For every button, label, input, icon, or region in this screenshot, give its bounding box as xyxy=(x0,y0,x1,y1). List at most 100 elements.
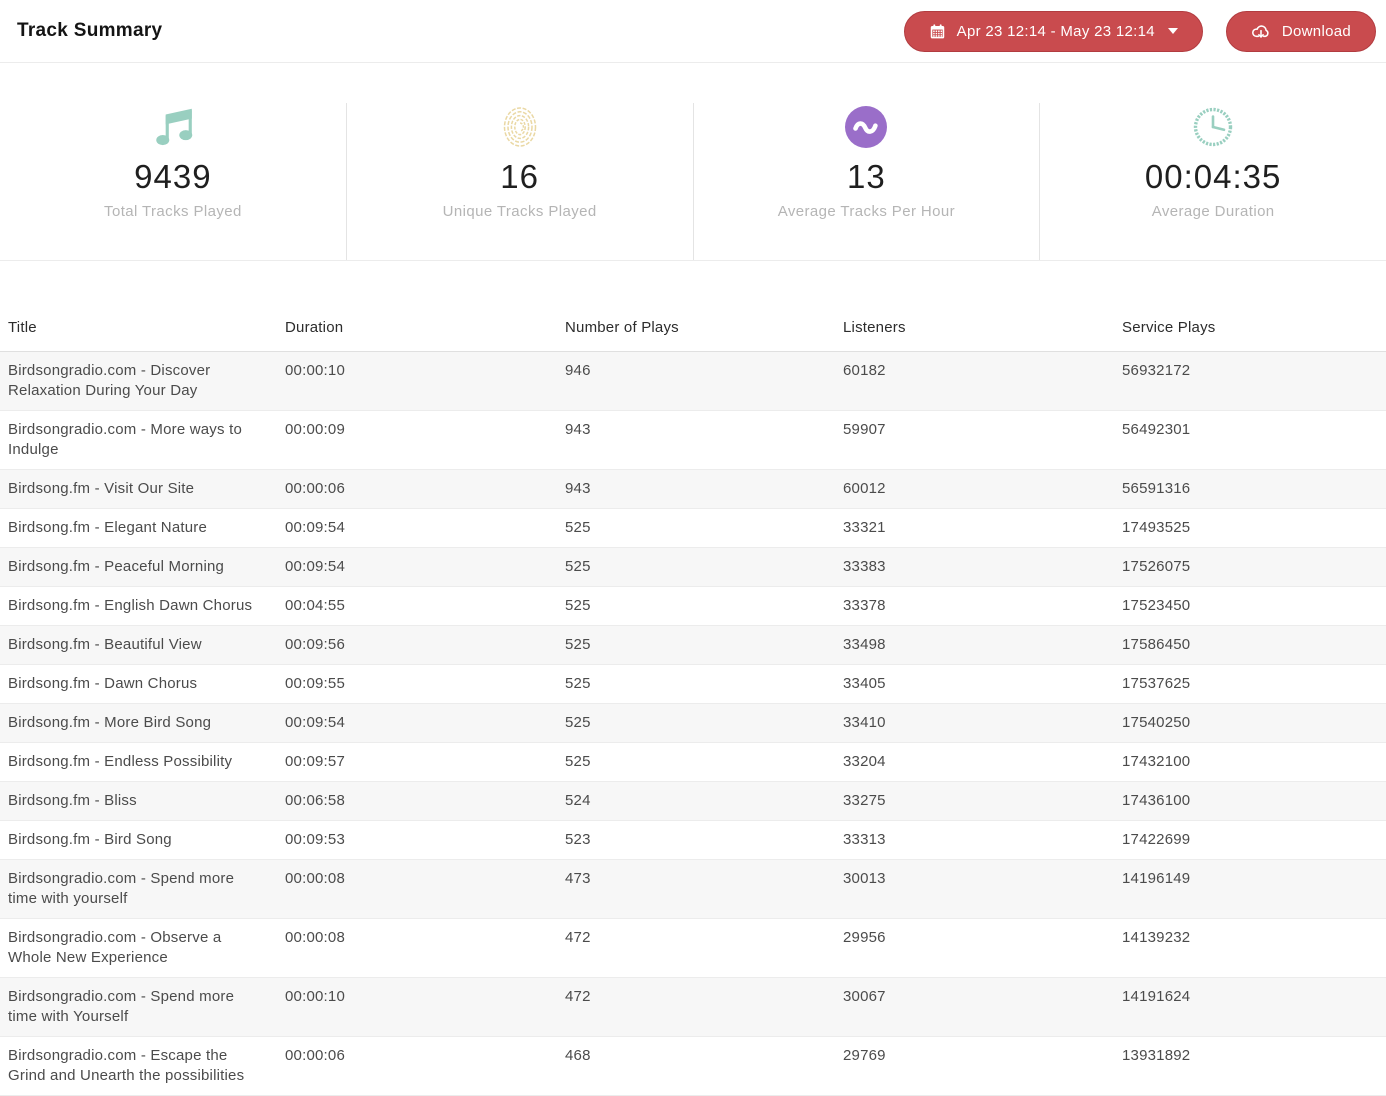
cell-title: Birdsong.fm - Bird Song xyxy=(8,831,172,848)
cell-number-of-plays: 525 xyxy=(565,519,591,536)
cell-listeners: 33405 xyxy=(843,675,886,692)
cell-duration: 00:09:57 xyxy=(285,753,345,770)
cell-service-plays: 14196149 xyxy=(1122,870,1191,887)
date-range-label: Apr 23 12:14 - May 23 12:14 xyxy=(956,22,1155,40)
cell-number-of-plays: 525 xyxy=(565,597,591,614)
cell-service-plays: 56492301 xyxy=(1122,421,1191,438)
cell-title: Birdsong.fm - Dawn Chorus xyxy=(8,675,198,692)
cell-service-plays: 17523450 xyxy=(1122,597,1191,614)
column-header-listeners: Listeners xyxy=(843,319,906,336)
wave-icon xyxy=(694,103,1040,151)
calendar-icon xyxy=(929,23,946,40)
table-row[interactable]: Birdsong.fm - Bliss 00:06:58 524 33275 1… xyxy=(0,782,1386,821)
table-row[interactable]: Birdsong.fm - Bird Song 00:09:53 523 333… xyxy=(0,821,1386,860)
cell-duration: 00:00:10 xyxy=(285,362,345,379)
cell-service-plays: 17436100 xyxy=(1122,792,1191,809)
page-title: Track Summary xyxy=(17,20,163,41)
cell-service-plays: 56932172 xyxy=(1122,362,1191,379)
cell-service-plays: 14139232 xyxy=(1122,929,1191,946)
cell-listeners: 33410 xyxy=(843,714,886,731)
cell-duration: 00:09:53 xyxy=(285,831,345,848)
cell-listeners: 33378 xyxy=(843,597,886,614)
cell-number-of-plays: 943 xyxy=(565,480,591,497)
cell-duration: 00:00:06 xyxy=(285,1047,345,1064)
cell-duration: 00:00:08 xyxy=(285,870,345,887)
cell-number-of-plays: 525 xyxy=(565,636,591,653)
cell-duration: 00:09:54 xyxy=(285,558,345,575)
cell-service-plays: 17537625 xyxy=(1122,675,1191,692)
stat-label: Unique Tracks Played xyxy=(442,203,597,220)
table-row[interactable]: Birdsong.fm - Dawn Chorus 00:09:55 525 3… xyxy=(0,665,1386,704)
cell-duration: 00:00:09 xyxy=(285,421,345,438)
table-row[interactable]: Birdsong.fm - Elegant Nature 00:09:54 52… xyxy=(0,509,1386,548)
cell-service-plays: 13931892 xyxy=(1122,1047,1191,1064)
cell-title: Birdsongradio.com - Observe a Whole New … xyxy=(8,929,222,966)
cell-number-of-plays: 525 xyxy=(565,558,591,575)
cell-title: Birdsong.fm - Elegant Nature xyxy=(8,519,208,536)
cell-listeners: 33204 xyxy=(843,753,886,770)
table-row[interactable]: Birdsong.fm - Beautiful View 00:09:56 52… xyxy=(0,626,1386,665)
table-row[interactable]: Birdsongradio.com - Observe a Whole New … xyxy=(0,919,1386,978)
table-body: Birdsongradio.com - Discover Relaxation … xyxy=(0,352,1386,1096)
cell-listeners: 33383 xyxy=(843,558,886,575)
cell-listeners: 33321 xyxy=(843,519,886,536)
table-row[interactable]: Birdsong.fm - Peaceful Morning 00:09:54 … xyxy=(0,548,1386,587)
cell-listeners: 30067 xyxy=(843,988,886,1005)
stat-avg-tracks-hour: 13 Average Tracks Per Hour xyxy=(692,103,1040,260)
table-row[interactable]: Birdsong.fm - Visit Our Site 00:00:06 94… xyxy=(0,470,1386,509)
cell-service-plays: 17422699 xyxy=(1122,831,1191,848)
cloud-download-icon xyxy=(1251,22,1271,40)
cell-duration: 00:06:58 xyxy=(285,792,345,809)
cell-listeners: 30013 xyxy=(843,870,886,887)
cell-number-of-plays: 468 xyxy=(565,1047,591,1064)
table-header-row: Title Duration Number of Plays Listeners… xyxy=(0,313,1386,352)
cell-title: Birdsong.fm - English Dawn Chorus xyxy=(8,597,253,614)
cell-title: Birdsongradio.com - Discover Relaxation … xyxy=(8,362,211,399)
cell-service-plays: 14191624 xyxy=(1122,988,1191,1005)
table-row[interactable]: Birdsongradio.com - Escape the Grind and… xyxy=(0,1037,1386,1096)
cell-service-plays: 17586450 xyxy=(1122,636,1191,653)
stat-label: Average Duration xyxy=(1151,203,1275,220)
cell-duration: 00:09:56 xyxy=(285,636,345,653)
topbar-actions: Apr 23 12:14 - May 23 12:14 Download xyxy=(903,10,1376,52)
cell-duration: 00:00:06 xyxy=(285,480,345,497)
cell-listeners: 60012 xyxy=(843,480,886,497)
cell-number-of-plays: 524 xyxy=(565,792,591,809)
table-row[interactable]: Birdsongradio.com - Discover Relaxation … xyxy=(0,352,1386,411)
table-row[interactable]: Birdsongradio.com - Spend more time with… xyxy=(0,978,1386,1037)
table-row[interactable]: Birdsongradio.com - More ways to Indulge… xyxy=(0,411,1386,470)
download-button[interactable]: Download xyxy=(1225,10,1376,52)
cell-duration: 00:00:08 xyxy=(285,929,345,946)
cell-title: Birdsong.fm - Beautiful View xyxy=(8,636,202,653)
table-row[interactable]: Birdsongradio.com - Spend more time with… xyxy=(0,860,1386,919)
cell-service-plays: 17540250 xyxy=(1122,714,1191,731)
cell-number-of-plays: 525 xyxy=(565,753,591,770)
cell-service-plays: 17493525 xyxy=(1122,519,1191,536)
table-row[interactable]: Birdsong.fm - Endless Possibility 00:09:… xyxy=(0,743,1386,782)
cell-number-of-plays: 473 xyxy=(565,870,591,887)
date-range-button[interactable]: Apr 23 12:14 - May 23 12:14 xyxy=(903,10,1203,52)
table-row[interactable]: Birdsong.fm - More Bird Song 00:09:54 52… xyxy=(0,704,1386,743)
stat-avg-duration: 00:04:35 Average Duration xyxy=(1039,103,1386,260)
cell-title: Birdsongradio.com - Escape the Grind and… xyxy=(8,1047,245,1084)
cell-number-of-plays: 472 xyxy=(565,929,591,946)
cell-title: Birdsongradio.com - Spend more time with… xyxy=(8,870,235,907)
cell-listeners: 29769 xyxy=(843,1047,886,1064)
table-row[interactable]: Birdsong.fm - English Dawn Chorus 00:04:… xyxy=(0,587,1386,626)
cell-number-of-plays: 946 xyxy=(565,362,591,379)
cell-title: Birdsong.fm - More Bird Song xyxy=(8,714,212,731)
cell-title: Birdsong.fm - Endless Possibility xyxy=(8,753,233,770)
column-header-number-of-plays: Number of Plays xyxy=(565,319,679,336)
cell-title: Birdsong.fm - Visit Our Site xyxy=(8,480,195,497)
cell-duration: 00:09:54 xyxy=(285,519,345,536)
cell-service-plays: 17526075 xyxy=(1122,558,1191,575)
stat-label: Total Tracks Played xyxy=(104,203,242,220)
cell-title: Birdsong.fm - Peaceful Morning xyxy=(8,558,225,575)
cell-number-of-plays: 472 xyxy=(565,988,591,1005)
music-note-icon xyxy=(0,103,346,151)
cell-title: Birdsongradio.com - Spend more time with… xyxy=(8,988,235,1025)
download-label: Download xyxy=(1281,22,1351,40)
cell-duration: 00:09:54 xyxy=(285,714,345,731)
clock-icon xyxy=(1040,103,1386,151)
cell-duration: 00:09:55 xyxy=(285,675,345,692)
